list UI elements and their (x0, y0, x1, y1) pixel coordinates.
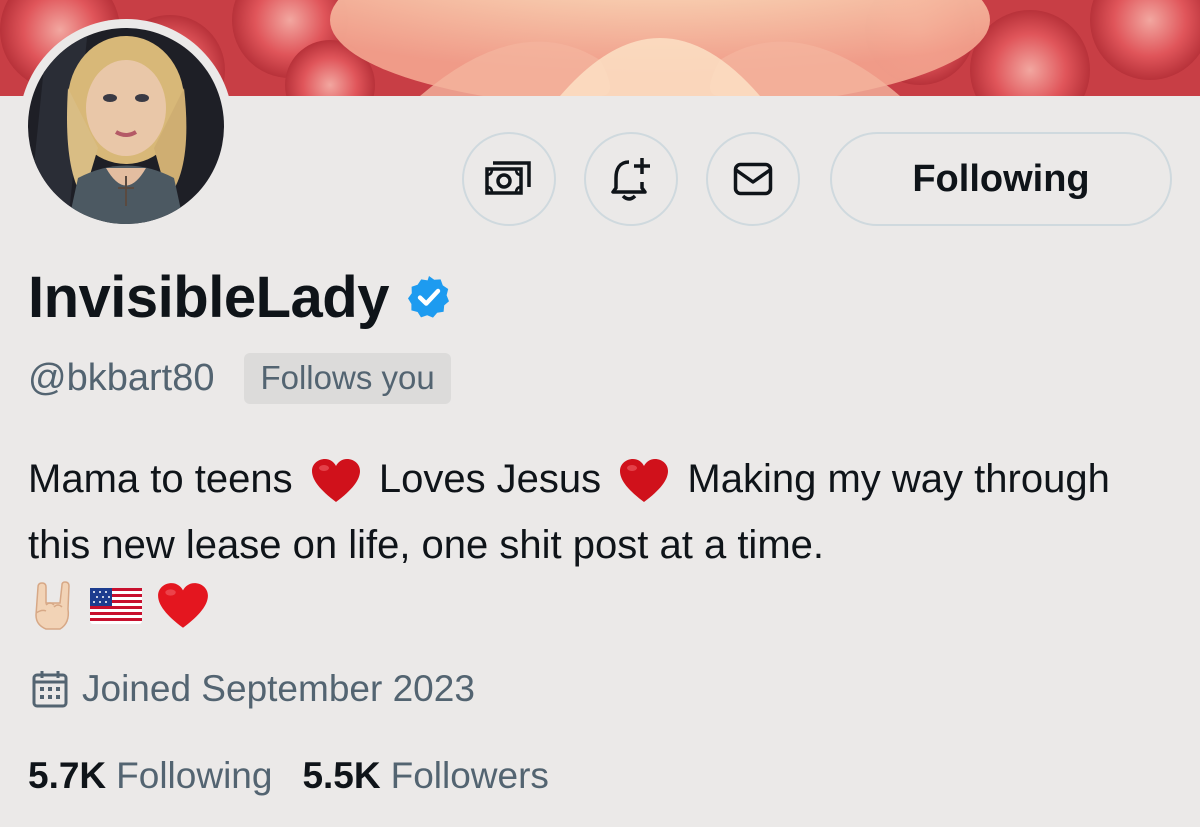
following-button[interactable]: Following (830, 132, 1172, 226)
follows-you-badge: Follows you (244, 352, 451, 404)
notify-button[interactable] (584, 132, 678, 226)
avatar[interactable] (28, 28, 224, 224)
stats-row: 5.7K Following 5.5K Followers (28, 752, 549, 800)
sign-of-horns-icon (30, 581, 76, 631)
following-label: Following (116, 755, 273, 796)
joined-date: Joined September 2023 (82, 668, 475, 709)
us-flag-icon (90, 588, 142, 624)
mail-icon (733, 162, 773, 196)
subscribe-button[interactable] (462, 132, 556, 226)
bio-emoji-row (30, 576, 224, 636)
joined-row: Joined September 2023 (32, 664, 475, 714)
calendar-icon (32, 671, 68, 708)
money-icon (485, 161, 531, 195)
name-row: InvisibleLady (28, 262, 453, 332)
verified-badge-icon[interactable] (405, 273, 453, 321)
followers-stat-link[interactable]: 5.5K Followers (302, 755, 548, 797)
red-heart-icon (156, 582, 210, 630)
red-heart-icon (310, 458, 362, 504)
bio-text-2: Loves Jesus (378, 457, 602, 501)
following-stat-link[interactable]: 5.7K Following (28, 755, 272, 797)
avatar-image (28, 28, 224, 224)
following-count: 5.7K (28, 755, 107, 796)
user-handle: @bkbart80 (28, 356, 215, 399)
followers-label: Followers (390, 755, 549, 796)
display-name: InvisibleLady (28, 264, 389, 330)
red-heart-icon (618, 458, 670, 504)
message-button[interactable] (706, 132, 800, 226)
handle-row: @bkbart80 Follows you (28, 350, 451, 406)
bell-plus-icon (611, 158, 650, 201)
followers-count: 5.5K (302, 755, 381, 796)
bio-text-1: Mama to teens (28, 457, 293, 501)
bio: Mama to teens Loves Jesus Making my way … (28, 446, 1148, 578)
avatar-frame[interactable] (19, 19, 233, 233)
